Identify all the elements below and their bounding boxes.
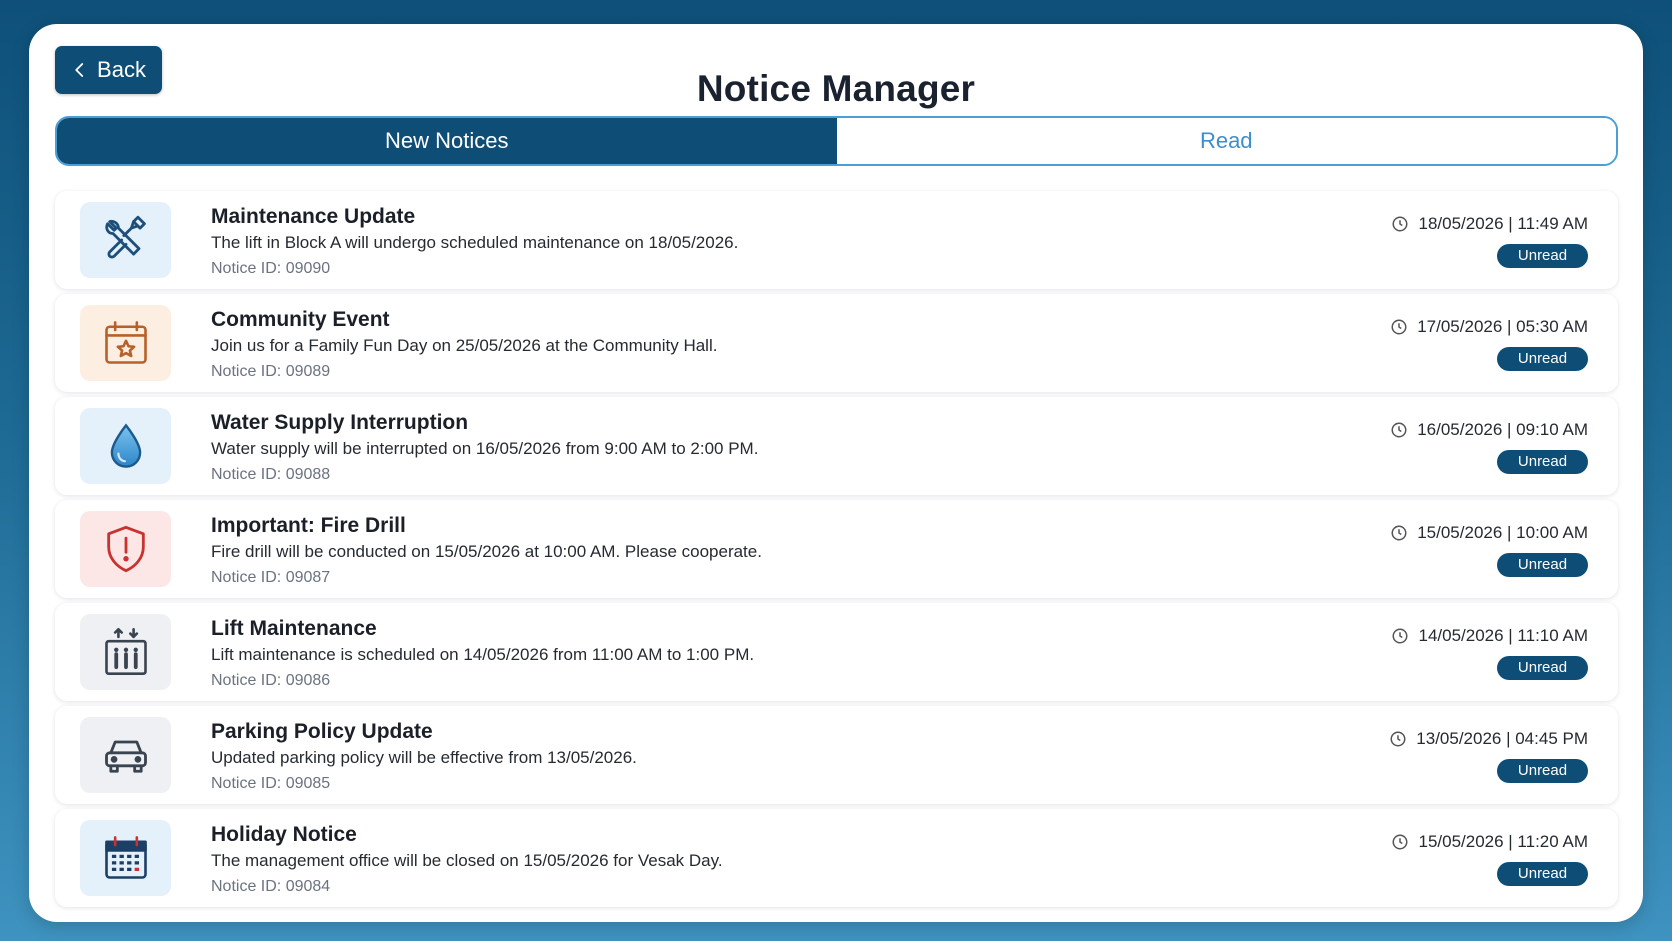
clock-icon [1391, 422, 1407, 438]
notice-timestamp: 15/05/2026 | 10:00 AM [1417, 523, 1588, 542]
clock-icon [1391, 319, 1407, 335]
status-badge: Unread [1497, 862, 1588, 886]
notice-timestamp: 13/05/2026 | 04:45 PM [1416, 729, 1588, 748]
tools-icon [104, 215, 146, 259]
notice-description: The lift in Block A will undergo schedul… [211, 233, 739, 252]
notice-id: Notice ID: 09088 [211, 466, 331, 483]
status-badge: Unread [1497, 553, 1588, 577]
notice-description: Water supply will be interrupted on 16/0… [211, 439, 759, 458]
calendar-star-icon [104, 321, 147, 364]
clock-icon [1391, 525, 1407, 541]
notice-timestamp: 18/05/2026 | 11:49 AM [1418, 214, 1588, 233]
notice-id: Notice ID: 09085 [211, 775, 331, 792]
notice-timestamp: 16/05/2026 | 09:10 AM [1417, 420, 1588, 439]
notice-timestamp: 14/05/2026 | 11:10 AM [1418, 626, 1588, 645]
notice-manager-panel: Back Notice Manager New Notices Read Mai… [29, 24, 1643, 922]
notice-title: Important: Fire Drill [211, 514, 406, 537]
notice-title: Parking Policy Update [211, 720, 433, 743]
notice-title: Lift Maintenance [211, 617, 377, 640]
notice-description: Updated parking policy will be effective… [211, 748, 637, 767]
clock-icon [1392, 216, 1408, 232]
notice-description: The management office will be closed on … [211, 851, 723, 870]
clock-icon [1390, 731, 1406, 747]
tab-new-notices[interactable]: New Notices [57, 118, 837, 164]
notice-card[interactable]: Maintenance Update The lift in Block A w… [55, 191, 1618, 289]
status-badge: Unread [1497, 450, 1588, 474]
notice-card[interactable]: Community Event Join us for a Family Fun… [55, 294, 1618, 392]
tab-bar: New Notices Read [55, 116, 1618, 166]
notice-timestamp: 15/05/2026 | 11:20 AM [1418, 832, 1588, 851]
notice-id: Notice ID: 09089 [211, 363, 331, 380]
notice-list: Maintenance Update The lift in Block A w… [55, 191, 1618, 912]
notice-icon-box [80, 511, 171, 587]
notice-card[interactable]: Important: Fire Drill Fire drill will be… [55, 500, 1618, 598]
tab-read[interactable]: Read [836, 118, 1616, 164]
notice-description: Join us for a Family Fun Day on 25/05/20… [211, 336, 718, 355]
notice-timestamp: 17/05/2026 | 05:30 AM [1417, 317, 1588, 336]
water-drop-icon [110, 423, 141, 468]
clock-icon [1392, 628, 1408, 644]
notice-id: Notice ID: 09087 [211, 569, 331, 586]
notice-card[interactable]: Holiday Notice The management office wil… [55, 809, 1618, 907]
notice-card[interactable]: Water Supply Interruption Water supply w… [55, 397, 1618, 495]
clock-icon [1392, 834, 1408, 850]
status-badge: Unread [1497, 347, 1588, 371]
notice-icon-box [80, 305, 171, 381]
car-icon [104, 740, 147, 773]
notice-title: Water Supply Interruption [211, 411, 469, 434]
notice-description: Fire drill will be conducted on 15/05/20… [211, 542, 762, 561]
notice-id: Notice ID: 09086 [211, 672, 331, 689]
calendar-icon [104, 836, 147, 879]
notice-icon-box [80, 717, 171, 793]
elevator-icon [104, 627, 147, 675]
notice-title: Maintenance Update [211, 205, 416, 228]
notice-id: Notice ID: 09084 [211, 878, 331, 895]
notice-id: Notice ID: 09090 [211, 260, 331, 277]
notice-card[interactable]: Lift Maintenance Lift maintenance is sch… [55, 603, 1618, 701]
notice-title: Community Event [211, 308, 390, 331]
status-badge: Unread [1497, 656, 1588, 680]
notice-card[interactable]: Parking Policy Update Updated parking po… [55, 706, 1618, 804]
notice-description: Lift maintenance is scheduled on 14/05/2… [211, 645, 755, 664]
notice-icon-box [80, 202, 171, 278]
notice-title: Holiday Notice [211, 823, 357, 846]
shield-alert-icon [106, 525, 145, 573]
notice-icon-box [80, 820, 171, 896]
status-badge: Unread [1497, 244, 1588, 268]
notice-icon-box [80, 408, 171, 484]
page-title: Notice Manager [696, 68, 976, 109]
notice-icon-box [80, 614, 171, 690]
status-badge: Unread [1497, 759, 1588, 783]
